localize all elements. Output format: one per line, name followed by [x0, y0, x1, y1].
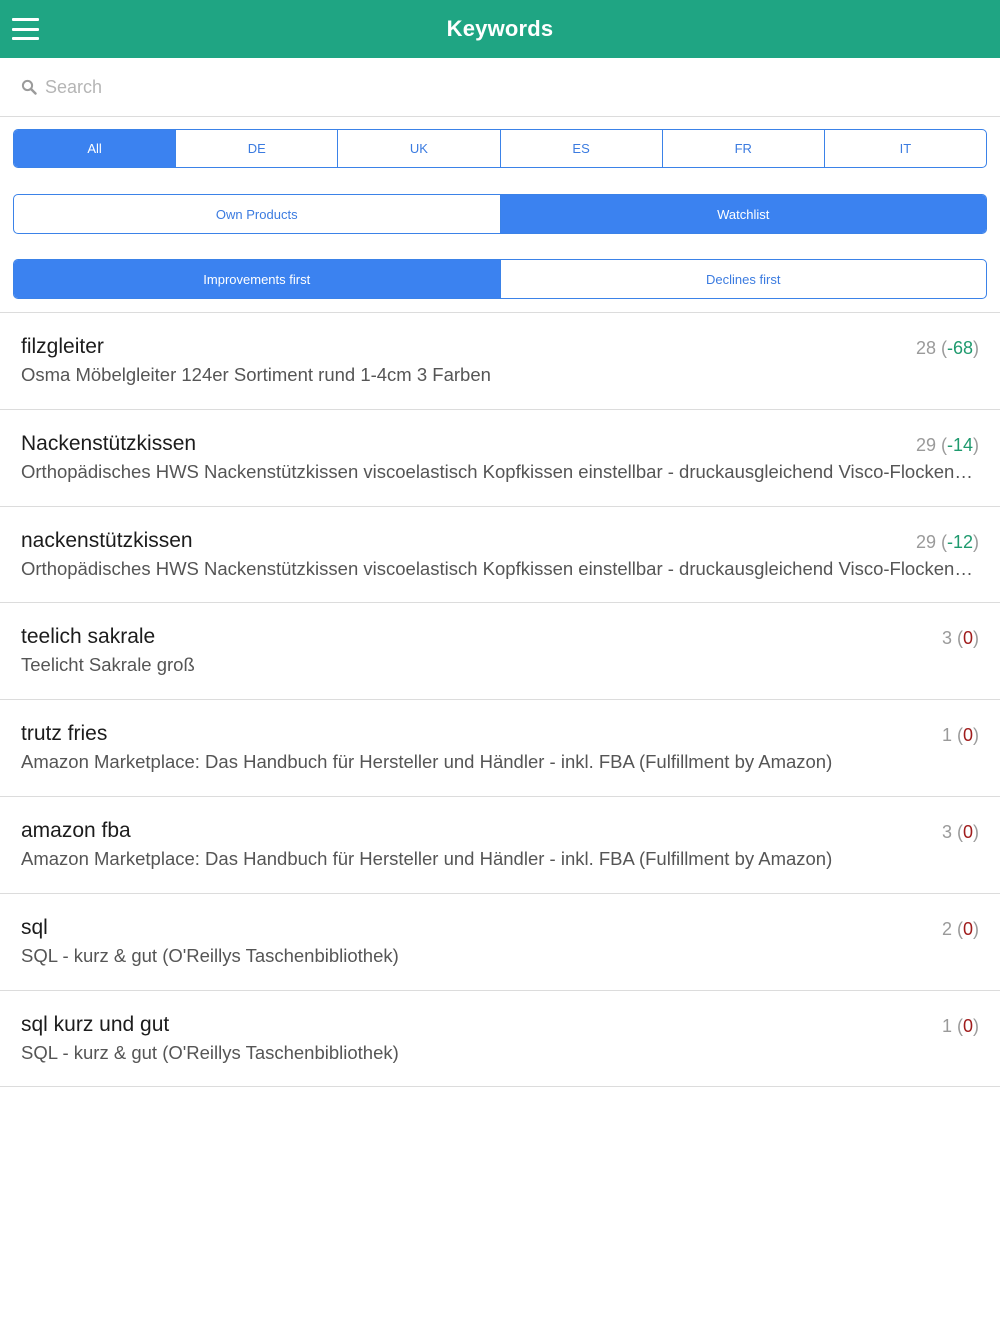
rank-info: 29 (-14) — [915, 434, 979, 455]
keyword-text: amazon fba — [21, 818, 131, 842]
rank-info: 2 (0) — [941, 918, 979, 939]
search-bar — [0, 58, 1000, 117]
product-title: Amazon Marketplace: Das Handbuch für Her… — [21, 847, 833, 869]
rank-info: 29 (-12) — [915, 531, 979, 552]
tab-watchlist[interactable]: Watchlist — [499, 195, 986, 233]
list-item[interactable]: sql kurz und gut SQL - kurz & gut (O'Rei… — [0, 991, 1000, 1088]
rank-value: 2 — [941, 918, 952, 939]
keyword-text: trutz fries — [21, 722, 108, 746]
tab-de[interactable]: DE — [175, 130, 337, 167]
keyword-text: nackenstützkissen — [21, 528, 193, 552]
list-item[interactable]: teelich sakrale Teelicht Sakrale groß 3 … — [0, 603, 1000, 701]
country-filter: All DE UK ES FR IT — [13, 129, 987, 168]
tab-improvements-first[interactable]: Improvements first — [14, 260, 500, 298]
keyword-text: teelich sakrale — [21, 625, 156, 649]
rank-value: 3 — [941, 821, 952, 842]
sort-filter: Improvements first Declines first — [13, 259, 987, 299]
keyword-text: Nackenstützkissen — [21, 431, 197, 455]
hamburger-menu-icon[interactable] — [12, 16, 40, 42]
list-item[interactable]: filzgleiter Osma Möbelgleiter 124er Sort… — [0, 313, 1000, 410]
rank-info: 1 (0) — [941, 725, 979, 746]
rank-info: 28 (-68) — [915, 338, 979, 358]
rank-delta: -68 — [946, 338, 973, 358]
rank-delta: 0 — [962, 628, 973, 649]
rank-delta: -12 — [946, 531, 973, 552]
product-title: SQL - kurz & gut (O'Reillys Taschenbibli… — [21, 944, 399, 966]
rank-info: 1 (0) — [941, 1015, 979, 1036]
keyword-text: filzgleiter — [21, 335, 104, 358]
rank-delta: 0 — [962, 1015, 973, 1036]
rank-value: 1 — [941, 725, 952, 746]
product-title: Teelicht Sakrale groß — [21, 654, 195, 676]
rank-info: 3 (0) — [941, 821, 979, 842]
tab-uk[interactable]: UK — [337, 130, 499, 167]
keyword-list: filzgleiter Osma Möbelgleiter 124er Sort… — [0, 312, 1000, 1088]
list-item[interactable]: trutz fries Amazon Marketplace: Das Hand… — [0, 700, 1000, 797]
rank-value: 1 — [941, 1015, 952, 1036]
tab-it[interactable]: IT — [823, 130, 986, 167]
source-filter: Own Products Watchlist — [13, 194, 987, 234]
rank-value: 3 — [941, 628, 952, 649]
search-icon — [21, 79, 37, 95]
product-title: Orthopädisches HWS Nackenstützkissen vis… — [21, 557, 976, 579]
product-title: Osma Möbelgleiter 124er Sortiment rund 1… — [21, 364, 491, 385]
product-title: Orthopädisches HWS Nackenstützkissen vis… — [21, 460, 976, 482]
rank-delta: 0 — [962, 725, 973, 746]
rank-delta: 0 — [962, 918, 973, 939]
page-title: Keywords — [446, 16, 554, 41]
tab-declines-first[interactable]: Declines first — [499, 260, 987, 298]
list-item[interactable]: Nackenstützkissen Orthopädisches HWS Nac… — [0, 410, 1000, 507]
keyword-text: sql kurz und gut — [21, 1012, 170, 1036]
rank-value: 28 — [915, 338, 936, 358]
list-item[interactable]: sql SQL - kurz & gut (O'Reillys Taschenb… — [0, 894, 1000, 991]
tab-fr[interactable]: FR — [661, 130, 824, 167]
keyword-text: sql — [21, 915, 48, 939]
tab-es[interactable]: ES — [499, 130, 662, 167]
app-header: Keywords — [0, 0, 1000, 58]
product-title: SQL - kurz & gut (O'Reillys Taschenbibli… — [21, 1041, 399, 1063]
search-input[interactable] — [45, 76, 945, 98]
tab-own-products[interactable]: Own Products — [14, 195, 500, 233]
rank-value: 29 — [915, 531, 936, 552]
product-title: Amazon Marketplace: Das Handbuch für Her… — [21, 751, 833, 773]
rank-info: 3 (0) — [941, 628, 979, 649]
tab-all[interactable]: All — [14, 130, 176, 167]
list-item[interactable]: nackenstützkissen Orthopädisches HWS Nac… — [0, 507, 1000, 604]
rank-delta: 0 — [962, 821, 973, 842]
list-item[interactable]: amazon fba Amazon Marketplace: Das Handb… — [0, 797, 1000, 894]
rank-value: 29 — [915, 434, 936, 455]
rank-delta: -14 — [946, 434, 973, 455]
